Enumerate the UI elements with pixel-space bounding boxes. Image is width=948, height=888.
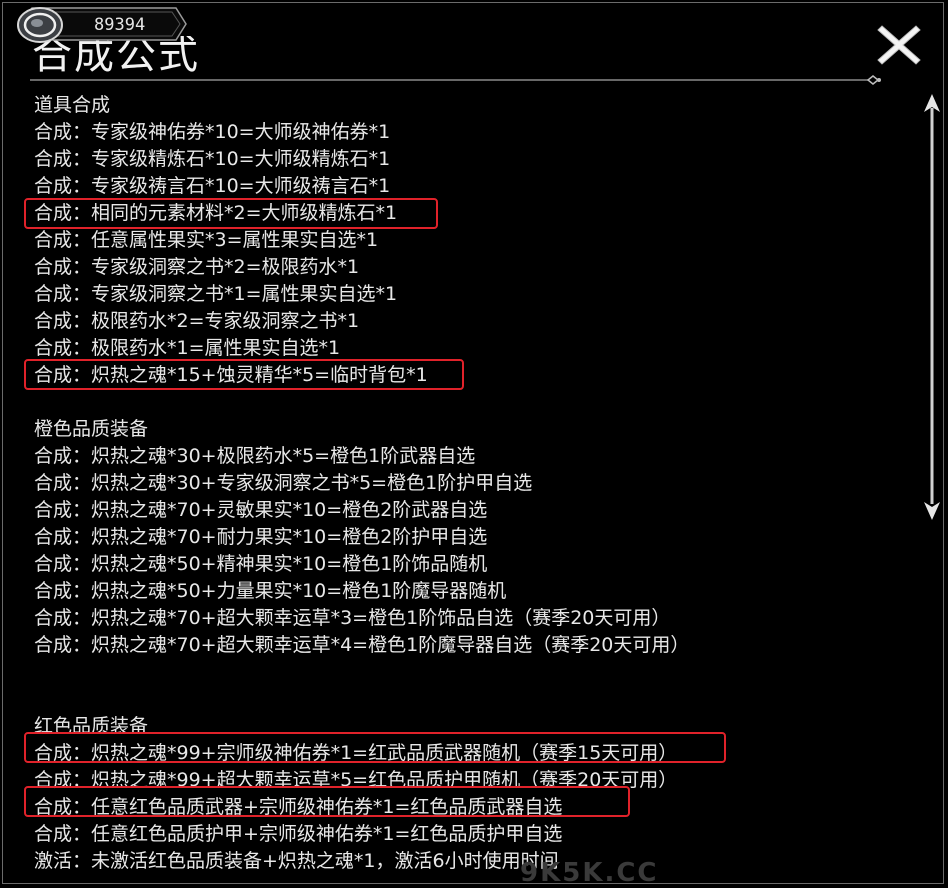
list-item: 合成：炽热之魂*70+超大颗幸运草*3=橙色1阶饰品自选（赛季20天可用） [34, 607, 671, 629]
scroll-arrow-down-icon[interactable] [924, 502, 940, 520]
list-item: 激活：未激活红色品质装备+炽热之魂*1，激活6小时使用时间 [34, 850, 559, 872]
list-item: 合成：极限药水*2=专家级洞察之书*1 [34, 310, 360, 332]
highlight-box [24, 198, 438, 229]
list-item: 合成：专家级神佑券*10=大师级神佑券*1 [34, 121, 391, 143]
coin-icon [17, 7, 63, 43]
watermark: 9K5K.CC [520, 858, 659, 888]
scrollbar[interactable] [920, 92, 944, 522]
highlight-box [24, 786, 630, 817]
list-item: 合成：炽热之魂*70+灵敏果实*10=橙色2阶武器自选 [34, 499, 488, 521]
currency-amount: 89394 [94, 15, 146, 35]
list-item: 合成：任意属性果实*3=属性果实自选*1 [34, 229, 379, 251]
close-button[interactable] [874, 20, 924, 70]
highlight-box [24, 732, 726, 763]
list-item: 合成：炽热之魂*50+精神果实*10=橙色1阶饰品随机 [34, 553, 488, 575]
list-item: 合成：炽热之魂*50+力量果实*10=橙色1阶魔导器随机 [34, 580, 507, 602]
section-heading: 橙色品质装备 [34, 418, 149, 440]
list-item: 合成：炽热之魂*70+超大颗幸运草*4=橙色1阶魔导器自选（赛季20天可用） [34, 634, 690, 656]
list-item: 合成：炽热之魂*30+专家级洞察之书*5=橙色1阶护甲自选 [34, 472, 533, 494]
close-icon [877, 25, 921, 65]
currency-display: 89394 [12, 6, 188, 43]
list-item: 合成：专家级洞察之书*2=极限药水*1 [34, 256, 360, 278]
list-item: 合成：极限药水*1=属性果实自选*1 [34, 337, 341, 359]
list-item: 合成：专家级洞察之书*1=属性果实自选*1 [34, 283, 398, 305]
list-item: 合成：专家级精炼石*10=大师级精炼石*1 [34, 148, 391, 170]
section-heading: 道具合成 [34, 94, 111, 116]
list-item: 合成：任意红色品质护甲+宗师级神佑券*1=红色品质护甲自选 [34, 823, 563, 845]
highlight-box [24, 359, 464, 390]
title-divider [30, 75, 881, 85]
list-item: 合成：专家级祷言石*10=大师级祷言石*1 [34, 175, 391, 197]
list-item: 合成：炽热之魂*70+耐力果实*10=橙色2阶护甲自选 [34, 526, 488, 548]
list-item: 合成：炽热之魂*30+极限药水*5=橙色1阶武器自选 [34, 445, 476, 467]
